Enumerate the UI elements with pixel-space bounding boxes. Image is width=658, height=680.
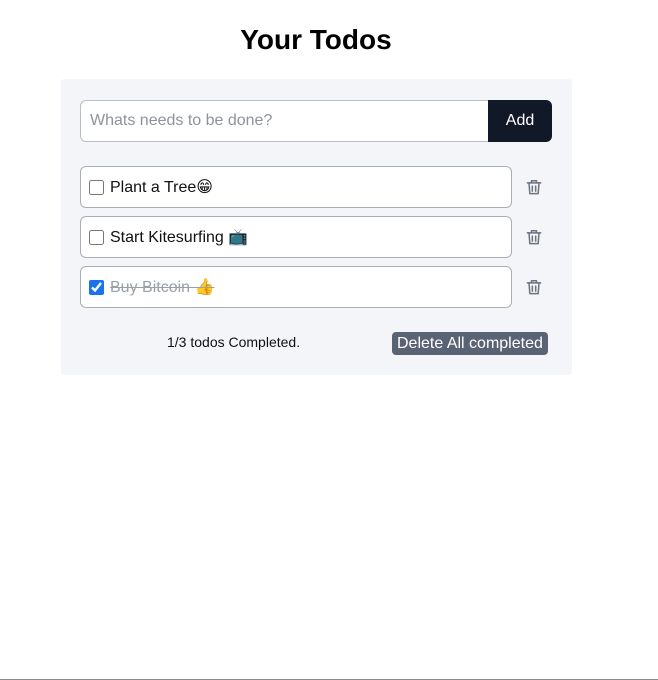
trash-icon[interactable]: [524, 227, 544, 247]
todo-text: Plant a Tree😁: [110, 179, 213, 196]
todo-card: Add Plant a Tree😁 Start Kitesurfing 📺: [61, 79, 572, 375]
todo-item-box[interactable]: Plant a Tree😁: [80, 166, 512, 208]
trash-icon[interactable]: [524, 177, 544, 197]
todo-checkbox[interactable]: [89, 179, 104, 195]
todo-list: Plant a Tree😁 Start Kitesurfing 📺 Buy Bi…: [80, 166, 560, 316]
todo-item-box[interactable]: Start Kitesurfing 📺: [80, 216, 512, 258]
add-button[interactable]: Add: [488, 100, 552, 142]
todo-text: Start Kitesurfing 📺: [110, 229, 249, 246]
todo-item: Start Kitesurfing 📺: [80, 216, 560, 258]
trash-icon[interactable]: [524, 277, 544, 297]
todo-item-box[interactable]: Buy Bitcoin 👍: [80, 266, 512, 308]
delete-all-completed-button[interactable]: Delete All completed: [392, 332, 548, 355]
todo-item: Buy Bitcoin 👍: [80, 266, 560, 308]
todo-checkbox[interactable]: [89, 229, 104, 245]
todo-checkbox[interactable]: [89, 279, 104, 295]
todo-item: Plant a Tree😁: [80, 166, 560, 208]
page-title: Your Todos: [240, 24, 392, 55]
new-todo-input[interactable]: [80, 100, 488, 142]
completed-summary: 1/3 todos Completed.: [167, 334, 301, 350]
add-todo-form: Add: [80, 100, 552, 142]
todo-text: Buy Bitcoin 👍: [110, 279, 215, 296]
